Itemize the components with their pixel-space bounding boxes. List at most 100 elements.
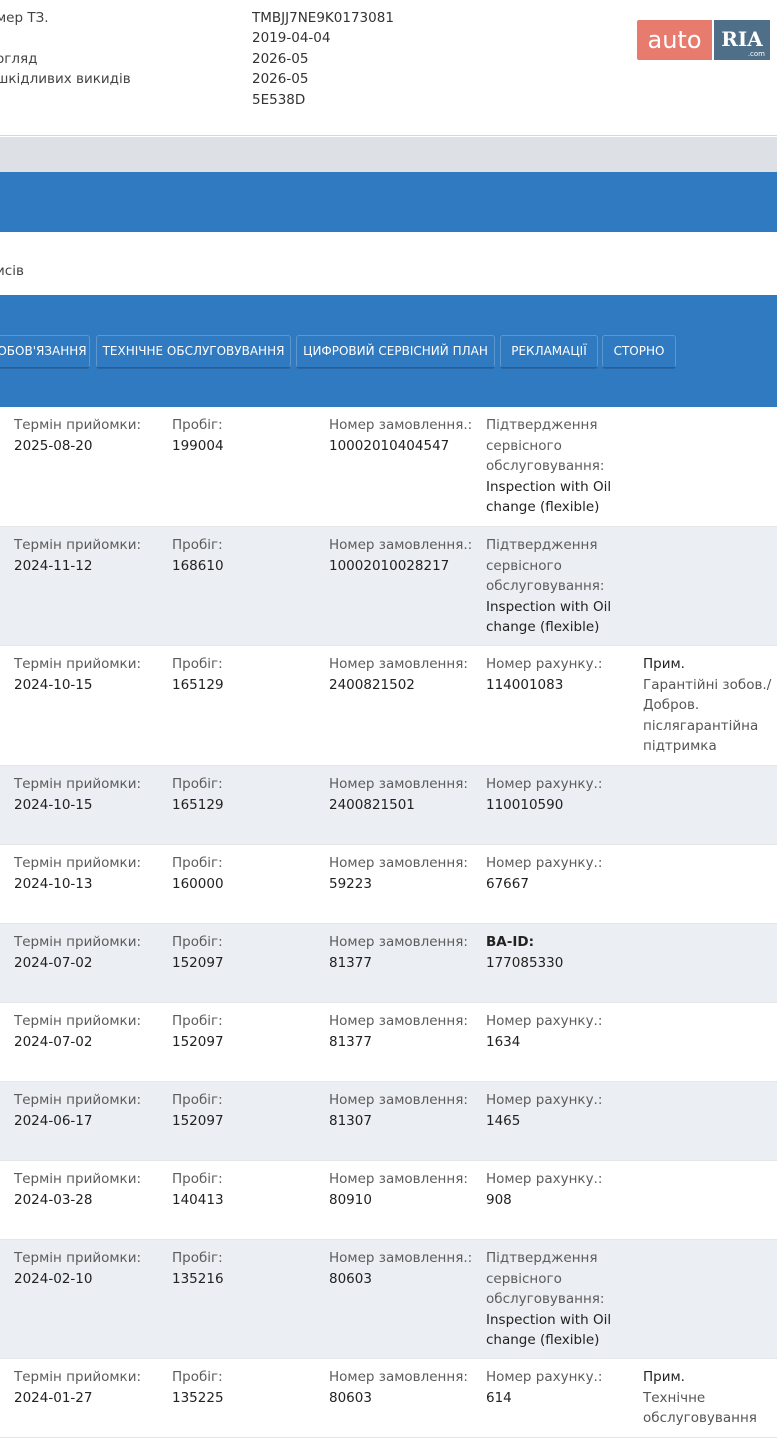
order-value: 81377 <box>329 1033 372 1050</box>
date-value: 2024-03-28 <box>14 1191 93 1208</box>
table-row: Термін прийомки: 2024-02-10 Пробіг: 135216 Н… <box>0 1240 777 1359</box>
note-label: Прим. <box>643 656 685 672</box>
tab-storno[interactable]: СТОРНО <box>602 335 676 368</box>
detail-cell: Номер рахунку.: 1465 <box>486 1090 636 1131</box>
note-cell: Прим. Гарантійні зобов./ Добров. післягар… <box>643 654 777 757</box>
mileage-label: Пробіг: <box>172 1013 223 1029</box>
detail-value: 110010590 <box>486 796 564 813</box>
tab-claims[interactable]: РЕКЛАМАЦІЇ <box>500 335 598 368</box>
date-value: 2024-07-02 <box>14 1033 93 1050</box>
order-value: 2400821501 <box>329 796 415 813</box>
note-value: Технічне обслуговування <box>643 1389 757 1427</box>
date-cell: Термін прийомки: 2024-10-13 <box>14 853 164 894</box>
tab-obligations[interactable]: ОБОВ'ЯЗАННЯ <box>0 335 90 368</box>
mileage-value: 135216 <box>172 1270 224 1287</box>
date-value: 2024-02-10 <box>14 1270 93 1287</box>
tab-maintenance[interactable]: ТЕХНІЧНЕ ОБСЛУГОВУВАННЯ <box>96 335 291 368</box>
detail-value: 1465 <box>486 1112 521 1129</box>
detail-label: Підтвердження сервісного обслуговування: <box>486 1250 605 1308</box>
date-label: Термін прийомки: <box>14 1013 142 1029</box>
mileage-value: 168610 <box>172 557 224 574</box>
detail-value: Inspection with Oil change (flexible) <box>486 1311 612 1349</box>
detail-label: Номер рахунку.: <box>486 855 603 871</box>
date-cell: Термін прийомки: 2024-01-27 <box>14 1367 164 1408</box>
service-records-list: Термін прийомки: 2025-08-20 Пробіг: 199004 Н… <box>0 407 777 1438</box>
logo-domain: .com <box>747 50 765 58</box>
detail-value: 67667 <box>486 875 529 892</box>
vin-label: мер ТЗ. <box>0 10 49 26</box>
order-cell: Номер замовлення: 2400821502 <box>329 654 479 695</box>
date-label: Термін прийомки: <box>14 1369 142 1385</box>
gray-separator <box>0 137 777 172</box>
note-cell: Прим. Технічне обслуговування <box>643 1367 777 1429</box>
mileage-value: 199004 <box>172 437 224 454</box>
mileage-cell: Пробіг: 152097 <box>172 1090 322 1131</box>
detail-label: Номер рахунку.: <box>486 1171 603 1187</box>
detail-value: 908 <box>486 1191 512 1208</box>
detail-cell: Номер рахунку.: 110010590 <box>486 774 636 815</box>
detail-label: Номер рахунку.: <box>486 1092 603 1108</box>
date-value: 2024-01-27 <box>14 1389 93 1406</box>
order-cell: Номер замовлення: 81377 <box>329 1011 479 1052</box>
vin-value: TMBJJ7NE9K0173081 <box>252 10 394 26</box>
mileage-cell: Пробіг: 165129 <box>172 774 322 815</box>
date-label: Термін прийомки: <box>14 656 142 672</box>
detail-cell: Підтвердження сервісного обслуговування:… <box>486 535 636 638</box>
detail-label: Номер рахунку.: <box>486 1013 603 1029</box>
table-row: Термін прийомки: 2024-07-02 Пробіг: 152097 Н… <box>0 1003 777 1082</box>
detail-label: Підтвердження сервісного обслуговування: <box>486 417 605 475</box>
order-label: Номер замовлення: <box>329 776 468 792</box>
date-value: 2025-08-20 <box>14 437 93 454</box>
inspection-value: 2026-05 <box>252 51 309 67</box>
emissions-label: шкідливих викидів <box>0 71 131 87</box>
logo-ria-word: RIA <box>721 27 763 51</box>
mileage-label: Пробіг: <box>172 1171 223 1187</box>
date-cell: Термін прийомки: 2024-06-17 <box>14 1090 164 1131</box>
logo-auto-text: auto <box>637 20 712 60</box>
order-label: Номер замовлення: <box>329 934 468 950</box>
date-value: 2024-06-17 <box>14 1112 93 1129</box>
mileage-label: Пробіг: <box>172 1369 223 1385</box>
detail-cell: Номер рахунку.: 67667 <box>486 853 636 894</box>
table-row: Термін прийомки: 2024-10-13 Пробіг: 160000 Н… <box>0 845 777 924</box>
logo-ria-text: RIA .com <box>714 20 770 60</box>
order-label: Номер замовлення: <box>329 855 468 871</box>
order-cell: Номер замовлення: 81377 <box>329 932 479 973</box>
detail-cell: BA-ID: 177085330 <box>486 932 636 973</box>
mileage-label: Пробіг: <box>172 1250 223 1266</box>
section-label: исів <box>0 263 24 279</box>
mileage-value: 152097 <box>172 1112 224 1129</box>
detail-label: Підтвердження сервісного обслуговування: <box>486 537 605 595</box>
note-value: Гарантійні зобов./ Добров. післягарантій… <box>643 676 772 755</box>
order-cell: Номер замовлення: 2400821501 <box>329 774 479 815</box>
order-cell: Номер замовлення: 81307 <box>329 1090 479 1131</box>
order-label: Номер замовлення.: <box>329 1250 473 1266</box>
date-value: 2024-10-15 <box>14 796 93 813</box>
order-cell: Номер замовлення: 80603 <box>329 1367 479 1408</box>
detail-cell: Підтвердження сервісного обслуговування:… <box>486 415 636 518</box>
table-row: Термін прийомки: 2024-01-27 Пробіг: 135225 Н… <box>0 1359 777 1438</box>
mileage-cell: Пробіг: 135216 <box>172 1248 322 1289</box>
mileage-value: 160000 <box>172 875 224 892</box>
table-row: Термін прийомки: 2024-03-28 Пробіг: 140413 Н… <box>0 1161 777 1240</box>
mileage-value: 140413 <box>172 1191 224 1208</box>
date-cell: Термін прийомки: 2024-03-28 <box>14 1169 164 1210</box>
mileage-value: 165129 <box>172 796 224 813</box>
date-label: Термін прийомки: <box>14 855 142 871</box>
table-row: Термін прийомки: 2024-11-12 Пробіг: 168610 Н… <box>0 527 777 646</box>
mileage-cell: Пробіг: 152097 <box>172 932 322 973</box>
mileage-label: Пробіг: <box>172 855 223 871</box>
detail-cell: Підтвердження сервісного обслуговування:… <box>486 1248 636 1351</box>
order-cell: Номер замовлення.: 80603 <box>329 1248 479 1289</box>
inspection-label: огляд <box>0 51 38 67</box>
order-value: 80910 <box>329 1191 372 1208</box>
order-label: Номер замовлення: <box>329 1092 468 1108</box>
autoria-logo[interactable]: auto RIA .com <box>637 20 770 60</box>
order-value: 80603 <box>329 1270 372 1287</box>
tab-digital-service-plan[interactable]: ЦИФРОВИЙ СЕРВІСНИЙ ПЛАН <box>296 335 495 368</box>
mileage-cell: Пробіг: 168610 <box>172 535 322 576</box>
detail-label: Номер рахунку.: <box>486 776 603 792</box>
mileage-cell: Пробіг: 135225 <box>172 1367 322 1408</box>
mileage-cell: Пробіг: 160000 <box>172 853 322 894</box>
order-cell: Номер замовлення.: 10002010028217 <box>329 535 479 576</box>
